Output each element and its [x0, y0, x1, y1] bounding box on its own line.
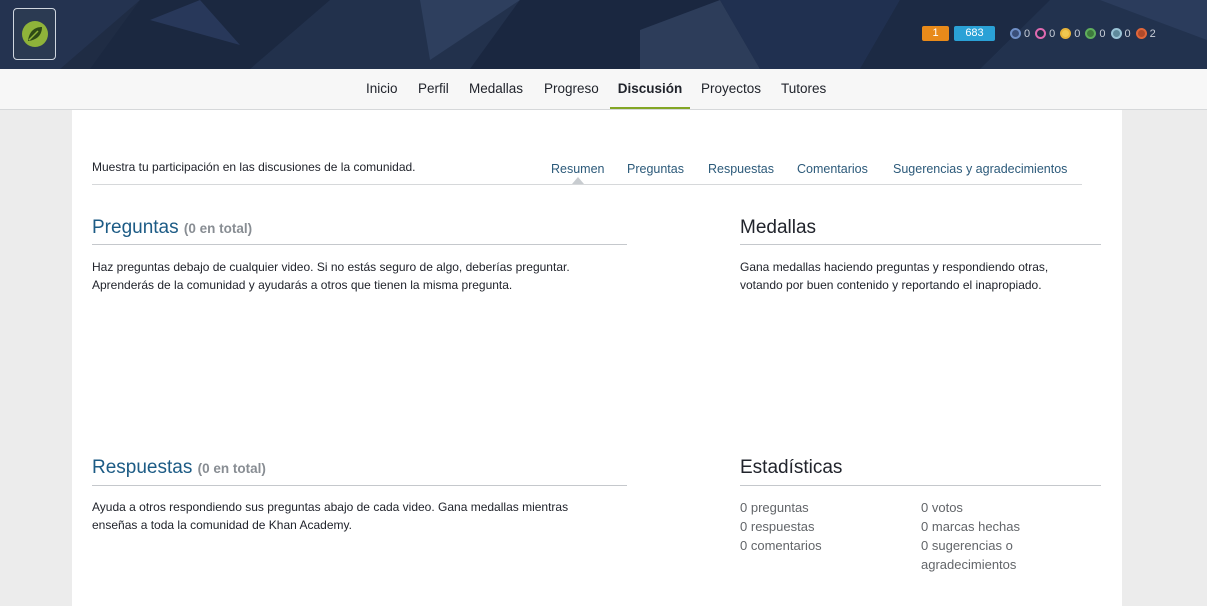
answers-heading[interactable]: Respuestas (0 en total): [92, 457, 266, 479]
questions-line-1: Haz preguntas debajo de cualquier video.…: [92, 260, 570, 274]
active-subtab-caret: [572, 177, 584, 184]
answers-description: Ayuda a otros respondiendo sus preguntas…: [92, 498, 632, 534]
questions-divider: [92, 244, 627, 245]
stat-comments: 0 comentarios: [740, 538, 822, 553]
tab-perfil[interactable]: Perfil: [418, 69, 449, 109]
moon-badge: 0: [1035, 28, 1055, 40]
stat-flags: 0 marcas hechas: [921, 519, 1021, 534]
earth-badge: 0: [1060, 28, 1080, 40]
subtab-preguntas[interactable]: Preguntas: [627, 162, 684, 176]
answers-count: (0 en total): [197, 461, 266, 476]
sun-badge-icon: [1085, 28, 1097, 39]
subtab-comentarios[interactable]: Comentarios: [797, 162, 868, 176]
black-hole-badge: 0: [1110, 28, 1131, 40]
moon-badge-icon: [1035, 28, 1047, 39]
profile-banner: 1 683 0 0 0 0 0 2: [0, 0, 1207, 69]
sun-badge: 0: [1085, 28, 1106, 40]
stat-suggestions-cont: agradecimientos: [921, 557, 1017, 572]
badge-counts[interactable]: 0 0 0 0 0 2: [1010, 26, 1161, 41]
discussion-panel: Muestra tu participación en las discusio…: [72, 110, 1122, 606]
profile-nav: Inicio Perfil Medallas Progreso Discusió…: [0, 69, 1207, 110]
meteorite-badge: 0: [1010, 28, 1030, 40]
tab-medallas[interactable]: Medallas: [469, 69, 523, 109]
tab-proyectos[interactable]: Proyectos: [701, 69, 761, 109]
questions-count: (0 en total): [183, 221, 253, 236]
stat-questions: 0 preguntas: [740, 500, 809, 515]
stat-answers: 0 respuestas: [740, 519, 815, 534]
tab-tutores[interactable]: Tutores: [781, 69, 826, 109]
subnav-divider: [92, 184, 1082, 185]
black-hole-badge-icon: [1110, 28, 1122, 39]
stats-divider: [740, 485, 1101, 486]
tab-progreso[interactable]: Progreso: [544, 69, 599, 109]
stat-votes: 0 votos: [921, 500, 963, 515]
tab-inicio[interactable]: Inicio: [366, 69, 398, 109]
answers-divider: [92, 485, 627, 486]
medals-heading: Medallas: [740, 217, 817, 238]
challenge-patch-icon: [1135, 28, 1147, 39]
user-avatar[interactable]: [13, 8, 56, 60]
energy-points-badge: 683: [954, 26, 995, 41]
challenge-patch: 2: [1135, 28, 1156, 40]
stats-heading: Estadísticas: [740, 457, 843, 478]
medals-divider: [740, 244, 1101, 245]
stat-suggestions: 0 sugerencias o: [921, 538, 1013, 553]
earth-badge-icon: [1060, 28, 1072, 39]
answers-title: Respuestas: [92, 457, 193, 478]
answers-line-2: enseñas a toda la comunidad de Khan Acad…: [92, 518, 352, 532]
medals-description: Gana medallas haciendo preguntas y respo…: [740, 258, 1110, 294]
subtab-respuestas[interactable]: Respuestas: [708, 162, 774, 176]
questions-line-2: Aprenderás de la comunidad y ayudarás a …: [92, 278, 513, 292]
medals-line-1: Gana medallas haciendo preguntas y respo…: [740, 260, 1049, 274]
questions-description: Haz preguntas debajo de cualquier video.…: [92, 258, 632, 294]
discussion-intro: Muestra tu participación en las discusio…: [92, 160, 416, 174]
questions-heading[interactable]: Preguntas (0 en total): [92, 217, 252, 239]
subtab-sugerencias[interactable]: Sugerencias y agradecimientos: [893, 162, 1067, 176]
questions-title: Preguntas: [92, 217, 179, 238]
tab-discusion[interactable]: Discusión: [610, 69, 690, 109]
leaf-avatar-icon: [21, 21, 48, 47]
answers-line-1: Ayuda a otros respondiendo sus preguntas…: [92, 500, 569, 514]
medals-line-2: votando por buen contenido y reportando …: [740, 278, 1042, 292]
meteorite-badge-icon: [1010, 28, 1021, 39]
level-badge: 1: [922, 26, 949, 41]
subtab-resumen[interactable]: Resumen: [551, 162, 605, 176]
